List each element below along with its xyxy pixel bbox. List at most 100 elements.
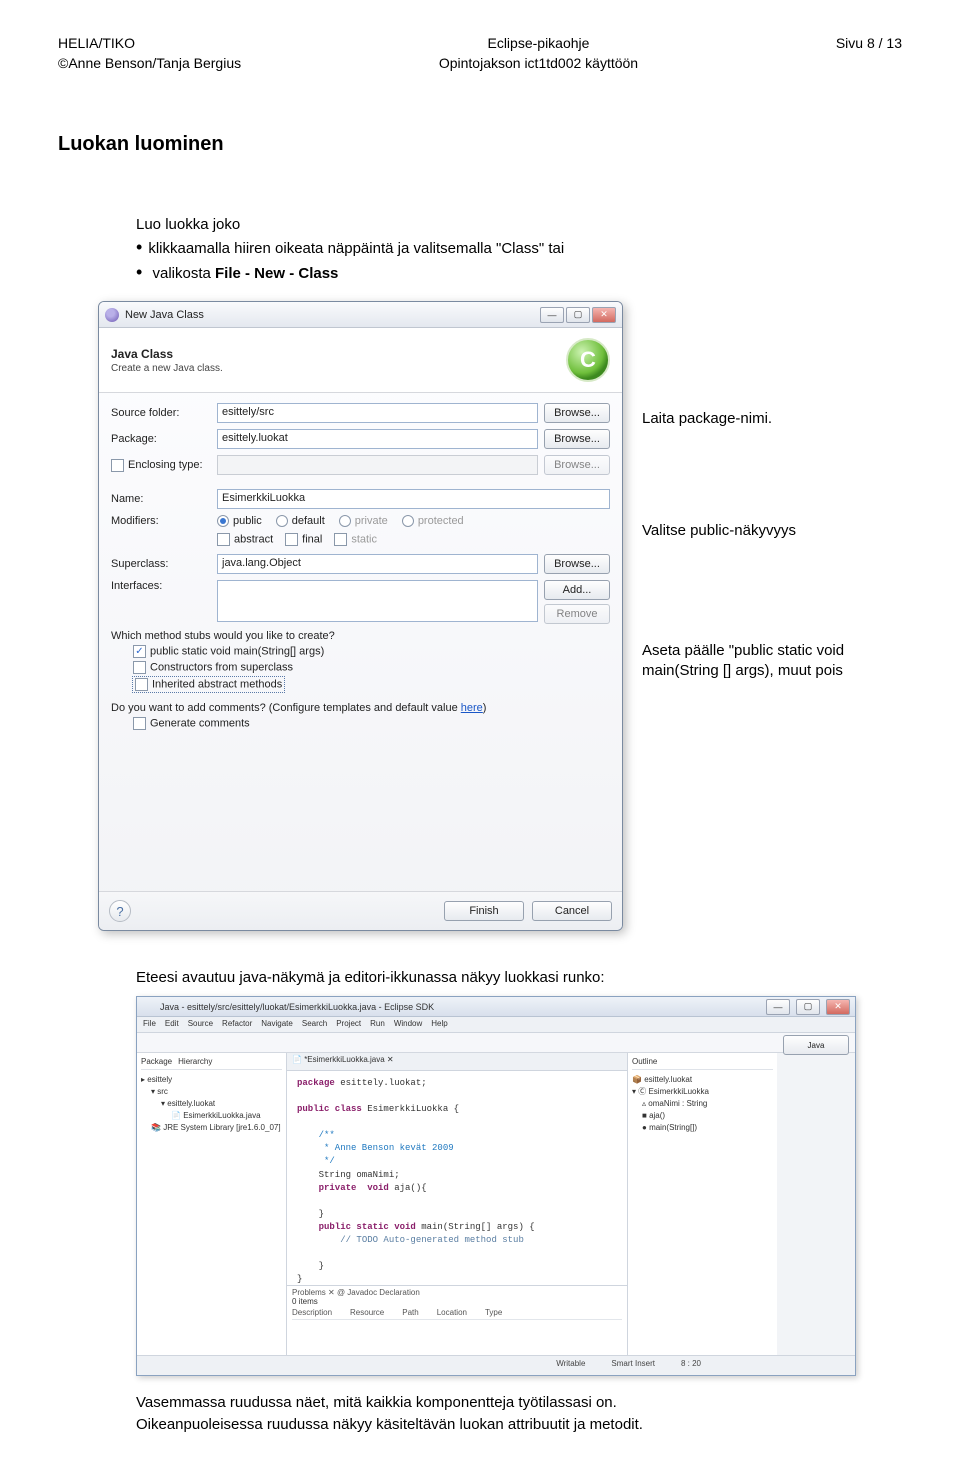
problems-tabs[interactable]: Problems ✕ @ Javadoc Declaration: [292, 1288, 622, 1297]
hdr-left2: ©Anne Benson/Tanja Bergius: [58, 54, 241, 74]
header-center: Eclipse-pikaohje Opintojakson ict1td002 …: [439, 34, 638, 73]
menu-run[interactable]: Run: [370, 1019, 385, 1030]
page-title: Luokan luominen: [58, 133, 902, 156]
perspective-java-button[interactable]: Java: [783, 1035, 849, 1055]
hdr-center2: Opintojakson ict1td002 käyttöön: [439, 54, 638, 74]
ide-close-button[interactable]: ✕: [826, 999, 850, 1015]
browse-enclosing-button: Browse...: [544, 455, 610, 475]
superclass-input[interactable]: java.lang.Object: [217, 554, 538, 574]
callout-main: Aseta päälle "public static void main(St…: [642, 641, 912, 682]
outline-pkg[interactable]: 📦 esittely.luokat: [632, 1074, 773, 1086]
hdr-left1: HELIA/TIKO: [58, 34, 241, 54]
radio-default[interactable]: [276, 515, 288, 527]
configure-link[interactable]: here: [461, 702, 483, 714]
ide-window: Java - esittely/src/esittely/luokat/Esim…: [136, 996, 856, 1376]
menu-navigate[interactable]: Navigate: [261, 1019, 293, 1030]
menu-source[interactable]: Source: [188, 1019, 213, 1030]
mid-text: Eteesi avautuu java-näkymä ja editori-ik…: [136, 969, 902, 986]
hdr-center1: Eclipse-pikaohje: [439, 34, 638, 54]
chk-main-label: public static void main(String[] args): [150, 646, 324, 658]
tree-src[interactable]: ▾ src: [141, 1086, 282, 1098]
status-writable: Writable: [556, 1359, 585, 1372]
col-location[interactable]: Location: [437, 1308, 467, 1317]
outline-class[interactable]: ▾ Ⓒ EsimerkkiLuokka: [632, 1086, 773, 1098]
bottom-line-2: Oikeanpuoleisessa ruudussa näkyy käsitel…: [136, 1414, 902, 1436]
menu-window[interactable]: Window: [394, 1019, 422, 1030]
cancel-button[interactable]: Cancel: [532, 901, 612, 921]
bottom-line-1: Vasemmassa ruudussa näet, mitä kaikkia k…: [136, 1392, 902, 1414]
menu-project[interactable]: Project: [336, 1019, 361, 1030]
interfaces-list[interactable]: [217, 580, 538, 622]
intro-lead: Luo luokka joko: [136, 216, 902, 233]
menu-help[interactable]: Help: [431, 1019, 447, 1030]
outline-view[interactable]: Outline 📦 esittely.luokat ▾ Ⓒ EsimerkkiL…: [627, 1053, 777, 1355]
outline-method-aja[interactable]: ■ aja(): [632, 1110, 773, 1122]
tree-file[interactable]: 📄 EsimerkkiLuokka.java: [141, 1110, 282, 1122]
tree-project[interactable]: ▸ esittely: [141, 1074, 282, 1086]
intro-bullet-1: klikkaamalla hiiren oikeata näppäintä ja…: [136, 237, 902, 258]
dialog-titlebar[interactable]: New Java Class — ▢ ✕: [99, 302, 622, 328]
package-input[interactable]: esittely.luokat: [217, 429, 538, 449]
eclipse-icon: [142, 1001, 154, 1013]
menu-search[interactable]: Search: [302, 1019, 327, 1030]
callout-package: Laita package-nimi.: [642, 409, 772, 429]
ide-status-bar: Writable Smart Insert 8 : 20: [137, 1355, 855, 1375]
radio-public[interactable]: [217, 515, 229, 527]
menu-refactor[interactable]: Refactor: [222, 1019, 252, 1030]
editor-area[interactable]: package package esittely.luokat;esittely…: [287, 1071, 627, 1285]
tree-jre[interactable]: 📚 JRE System Library [jre1.6.0_07]: [141, 1122, 282, 1134]
tab-package[interactable]: Package: [141, 1057, 172, 1066]
chk-abstract[interactable]: [217, 533, 230, 546]
label-interfaces: Interfaces:: [111, 580, 211, 592]
label-source-folder: Source folder:: [111, 407, 211, 419]
close-button[interactable]: ✕: [592, 307, 616, 323]
browse-package-button[interactable]: Browse...: [544, 429, 610, 449]
outline-method-main[interactable]: ● main(String[]): [632, 1122, 773, 1134]
minimize-button[interactable]: —: [540, 307, 564, 323]
finish-button[interactable]: Finish: [444, 901, 524, 921]
menu-file[interactable]: File: [143, 1019, 156, 1030]
ide-toolbar[interactable]: Java: [137, 1033, 855, 1053]
stubs-question: Which method stubs would you like to cre…: [111, 630, 610, 642]
package-explorer[interactable]: Package Hierarchy ▸ esittely ▾ src ▾ esi…: [137, 1053, 287, 1355]
problems-view[interactable]: Problems ✕ @ Javadoc Declaration 0 items…: [287, 1285, 627, 1355]
comments-question-c: ): [483, 702, 487, 714]
col-path[interactable]: Path: [402, 1308, 418, 1317]
editor-tab[interactable]: 📄 *EsimerkkiLuokka.java ✕: [287, 1053, 627, 1071]
maximize-button[interactable]: ▢: [566, 307, 590, 323]
label-modifiers: Modifiers:: [111, 515, 211, 527]
ide-title: Java - esittely/src/esittely/luokat/Esim…: [160, 1002, 760, 1012]
chk-ctors-stub[interactable]: [133, 661, 146, 674]
eclipse-icon: [105, 308, 119, 322]
col-description[interactable]: Description: [292, 1308, 332, 1317]
enclosing-type-checkbox[interactable]: [111, 459, 124, 472]
tab-hierarchy[interactable]: Hierarchy: [178, 1057, 212, 1066]
add-interface-button[interactable]: Add...: [544, 580, 610, 600]
browse-superclass-button[interactable]: Browse...: [544, 554, 610, 574]
name-input[interactable]: EsimerkkiLuokka: [217, 489, 610, 509]
tree-package[interactable]: ▾ esittely.luokat: [141, 1098, 282, 1110]
col-resource[interactable]: Resource: [350, 1308, 384, 1317]
menu-edit[interactable]: Edit: [165, 1019, 179, 1030]
chk-inherited-stub[interactable]: [135, 678, 148, 691]
remove-interface-button: Remove: [544, 604, 610, 624]
chk-final[interactable]: [285, 533, 298, 546]
dialog-wrap: New Java Class — ▢ ✕ Java Class Create a…: [98, 301, 902, 941]
header-right: Sivu 8 / 13: [836, 34, 902, 73]
source-folder-input[interactable]: esittely/src: [217, 403, 538, 423]
radio-private-label: private: [355, 515, 388, 527]
status-insert: Smart Insert: [611, 1359, 655, 1372]
ide-menu-bar[interactable]: File Edit Source Refactor Navigate Searc…: [137, 1017, 855, 1033]
chk-gen-comments[interactable]: [133, 717, 146, 730]
ide-titlebar[interactable]: Java - esittely/src/esittely/luokat/Esim…: [137, 997, 855, 1017]
radio-private: [339, 515, 351, 527]
ide-maximize-button[interactable]: ▢: [796, 999, 820, 1015]
outline-field[interactable]: ▵ omaNimi : String: [632, 1098, 773, 1110]
enclosing-type-input: [217, 455, 538, 475]
browse-source-button[interactable]: Browse...: [544, 403, 610, 423]
dialog-title: New Java Class: [125, 309, 534, 321]
col-type[interactable]: Type: [485, 1308, 502, 1317]
help-icon[interactable]: ?: [109, 900, 131, 922]
ide-minimize-button[interactable]: —: [766, 999, 790, 1015]
chk-main-stub[interactable]: [133, 645, 146, 658]
